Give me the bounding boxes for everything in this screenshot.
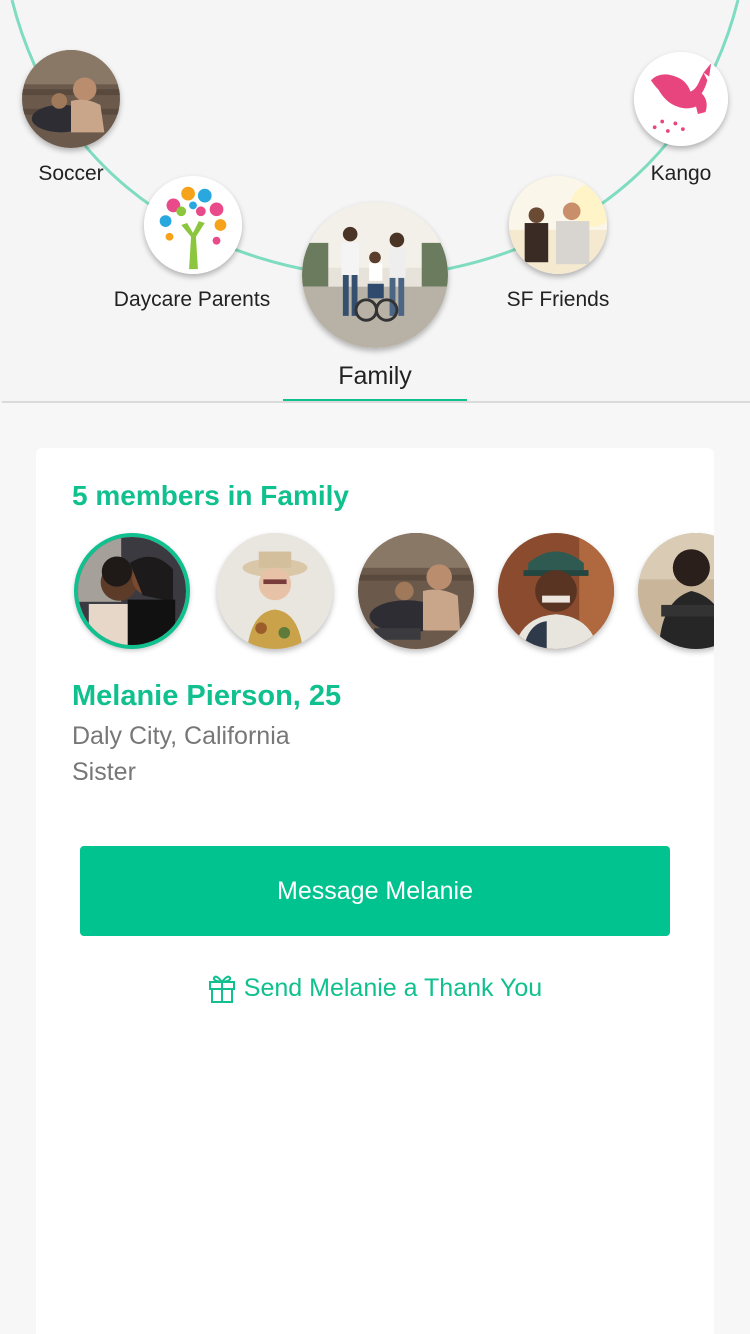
message-button[interactable]: Message Melanie — [80, 846, 670, 936]
group-avatar-daycare-parents[interactable] — [144, 176, 242, 274]
group-label-soccer: Soccer — [38, 162, 104, 185]
group-label-daycare-parents: Daycare Parents — [113, 288, 271, 311]
group-avatar-sf-friends[interactable] — [509, 176, 607, 274]
group-carousel[interactable]: Soccer Daycare Parents Family SF Friends… — [0, 0, 750, 403]
member-relation: Sister — [72, 758, 136, 786]
member-location: Daly City, California — [72, 722, 290, 750]
group-avatar-soccer[interactable] — [22, 50, 120, 148]
member-avatar[interactable] — [638, 533, 714, 649]
thank-you-label: Send Melanie a Thank You — [243, 973, 543, 1002]
send-thank-you-link[interactable]: Send Melanie a Thank You — [36, 972, 714, 1004]
member-name: Melanie Pierson, 25 — [72, 680, 342, 712]
group-avatar-family[interactable] — [302, 202, 448, 348]
member-avatar[interactable] — [498, 533, 614, 649]
members-count-title: 5 members in Family — [72, 480, 350, 511]
panel-divider — [2, 401, 750, 403]
member-avatar[interactable] — [74, 533, 190, 649]
group-avatar-kango[interactable] — [634, 52, 728, 146]
members-card: 5 members in Family Melanie Pierson, 25 … — [36, 448, 714, 1334]
kango-logo-icon — [634, 52, 728, 146]
member-avatar[interactable] — [217, 533, 333, 649]
group-label-family: Family — [338, 362, 412, 390]
member-avatar-strip[interactable] — [36, 530, 714, 660]
gift-icon — [208, 972, 236, 1004]
group-label-kango: Kango — [650, 162, 712, 185]
member-avatar[interactable] — [358, 533, 474, 649]
app-screen: Soccer Daycare Parents Family SF Friends… — [0, 0, 750, 1334]
group-label-sf-friends: SF Friends — [506, 288, 610, 311]
